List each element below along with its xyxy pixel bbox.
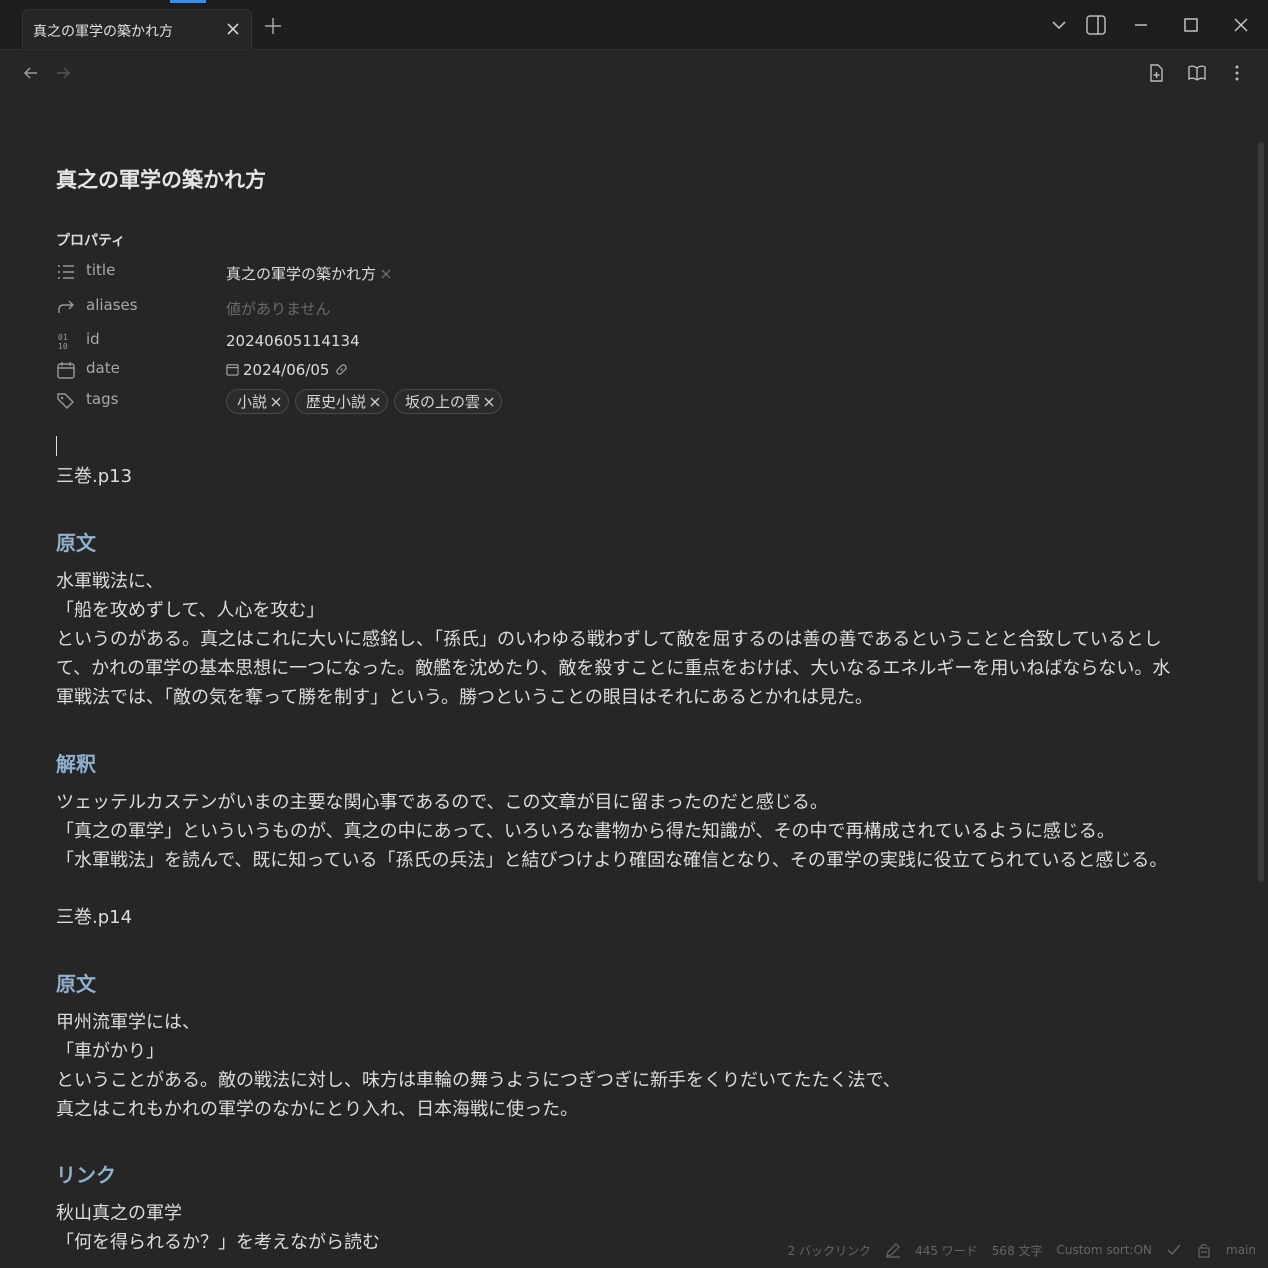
body-line: 「何を得られるか？」を考えながら読む [56,1232,380,1253]
check-icon[interactable] [1166,1242,1182,1258]
maximize-icon[interactable] [1180,14,1202,36]
tag-pill[interactable]: 小説 [226,389,290,414]
close-window-icon[interactable] [1230,14,1252,36]
property-value-aliases[interactable]: 値がありません [226,298,331,319]
section-heading-original: 原文 [56,531,96,555]
body-line: 水軍戦法に、 [56,571,164,592]
remove-value-icon[interactable] [380,268,392,280]
remove-tag-icon[interactable] [270,396,282,408]
remove-tag-icon[interactable] [369,396,381,408]
section-heading-link: リンク [56,1163,116,1187]
backlinks-count[interactable]: 2 バックリンク [788,1242,871,1259]
property-key-title: title [86,261,116,279]
sidebar-toggle-icon[interactable] [1085,14,1107,36]
forward-arrow-icon[interactable] [53,63,73,83]
editor-pane[interactable]: 真之の軍学の築かれ方 プロパティ title 真之の軍学の築かれ方 aliase… [0,96,1256,1268]
link-icon[interactable] [334,362,349,377]
tag-label: 小説 [237,393,268,411]
text-cursor [56,436,57,456]
new-note-icon[interactable] [1146,63,1166,83]
section-heading-interpretation: 解釈 [56,752,96,776]
branch-name[interactable]: main [1226,1243,1256,1257]
property-id[interactable]: 01 10 id 20240605114134 [56,327,756,355]
git-branch-icon[interactable] [1196,1242,1212,1258]
body-line: 軍戦法では、「敵の気を奪って勝を制す」という。勝つということの眼目はそれにあると… [56,687,873,708]
properties-heading[interactable]: プロパティ [56,230,125,250]
svg-text:01: 01 [58,333,68,342]
scrollbar[interactable] [1256,96,1268,1268]
property-key-aliases: aliases [86,296,138,314]
scrollbar-thumb[interactable] [1258,142,1264,882]
calendar-icon [57,362,75,379]
body-line: ということがある。敵の戦法に対し、味方は車輪の舞うようにつぎつぎに新手をくりだい… [56,1070,901,1091]
section-heading-original: 原文 [56,972,96,996]
body-line: 秋山真之の軍学 [56,1203,182,1224]
tag-pill[interactable]: 坂の上の雲 [394,389,503,414]
character-count: 568 文字 [991,1243,1043,1258]
note-title[interactable]: 真之の軍学の築かれ方 [56,164,266,194]
tab-active-note[interactable]: 真之の軍学の築かれ方 [22,9,252,49]
tag-label: 歴史小説 [306,393,367,411]
title-value-text: 真之の軍学の築かれ方 [226,265,377,283]
property-key-id: id [86,330,100,348]
property-key-tags: tags [86,390,119,408]
reading-view-icon[interactable] [1187,63,1207,83]
active-indicator [170,0,206,3]
status-bar: 2 バックリンク 445 ワード 568 文字 Custom sort:ON m… [788,1240,1256,1260]
property-key-date: date [86,359,120,377]
body-line: て、かれの軍学の基本思想に一つになった。敵艦を沈めたり、敵を殺すことに重点をおけ… [56,658,1171,679]
chevron-down-icon[interactable] [1048,14,1070,36]
tag-list: 小説 歴史小説 坂の上の雲 [226,389,503,414]
body-line: 「車がかり」 [56,1041,164,1062]
tag-pill[interactable]: 歴史小説 [295,389,389,414]
more-options-icon[interactable] [1227,63,1247,83]
property-value-title[interactable]: 真之の軍学の築かれ方 [226,263,392,284]
tags-icon [57,393,74,409]
body-line: 「真之の軍学」といういうものが、真之の中にあって、いろいろな書物から得た知識が、… [56,821,1115,842]
property-date[interactable]: date 2024/06/05 [56,356,756,384]
new-tab-icon[interactable] [262,15,284,37]
back-arrow-icon[interactable] [21,63,41,83]
body-line: 「水軍戦法」を読んで、既に知っている「孫氏の兵法」と結びつけより確固な確信となり… [56,850,1168,871]
list-icon [58,265,74,279]
page-reference: 三巻.p13 [56,466,133,487]
custom-sort-status[interactable]: Custom sort:ON [1057,1243,1152,1257]
page-reference: 三巻.p14 [56,907,133,928]
body-line: 甲州流軍学には、 [56,1012,200,1033]
forward-arrow-icon [58,300,74,313]
body-line: というのがある。真之はこれに大いに感銘し、「孫氏」のいわゆる戦わずして敵を屈する… [56,629,1162,650]
number-icon: 0110 [58,333,68,351]
navigation-bar [0,50,1268,96]
property-title[interactable]: title 真之の軍学の築かれ方 [56,258,756,286]
property-aliases[interactable]: aliases 値がありません [56,293,756,321]
remove-tag-icon[interactable] [483,396,495,408]
word-count: 445 ワード [915,1243,978,1258]
calendar-icon [226,364,239,376]
title-bar: 真之の軍学の築かれ方 [0,0,1268,50]
pencil-icon[interactable] [885,1242,901,1258]
property-value-id[interactable]: 20240605114134 [226,332,360,350]
close-tab-icon[interactable] [223,19,243,39]
tab-title: 真之の軍学の築かれ方 [33,24,173,40]
body-line: 真之はこれもかれの軍学のなかにとり入れ、日本海戦に使った。 [56,1099,579,1120]
minimize-icon[interactable] [1130,14,1152,36]
date-value-text: 2024/06/05 [243,361,330,379]
property-value-date[interactable]: 2024/06/05 [226,361,349,379]
body-line: ツェッテルカステンがいまの主要な関心事であるので、この文章が目に留まったのだと感… [56,792,828,813]
tag-label: 坂の上の雲 [405,393,481,411]
property-tags[interactable]: tags 小説 歴史小説 坂の上の雲 [56,387,756,415]
body-line: 「船を攻めずして、人心を攻む」 [56,600,325,621]
svg-text:10: 10 [58,342,68,351]
